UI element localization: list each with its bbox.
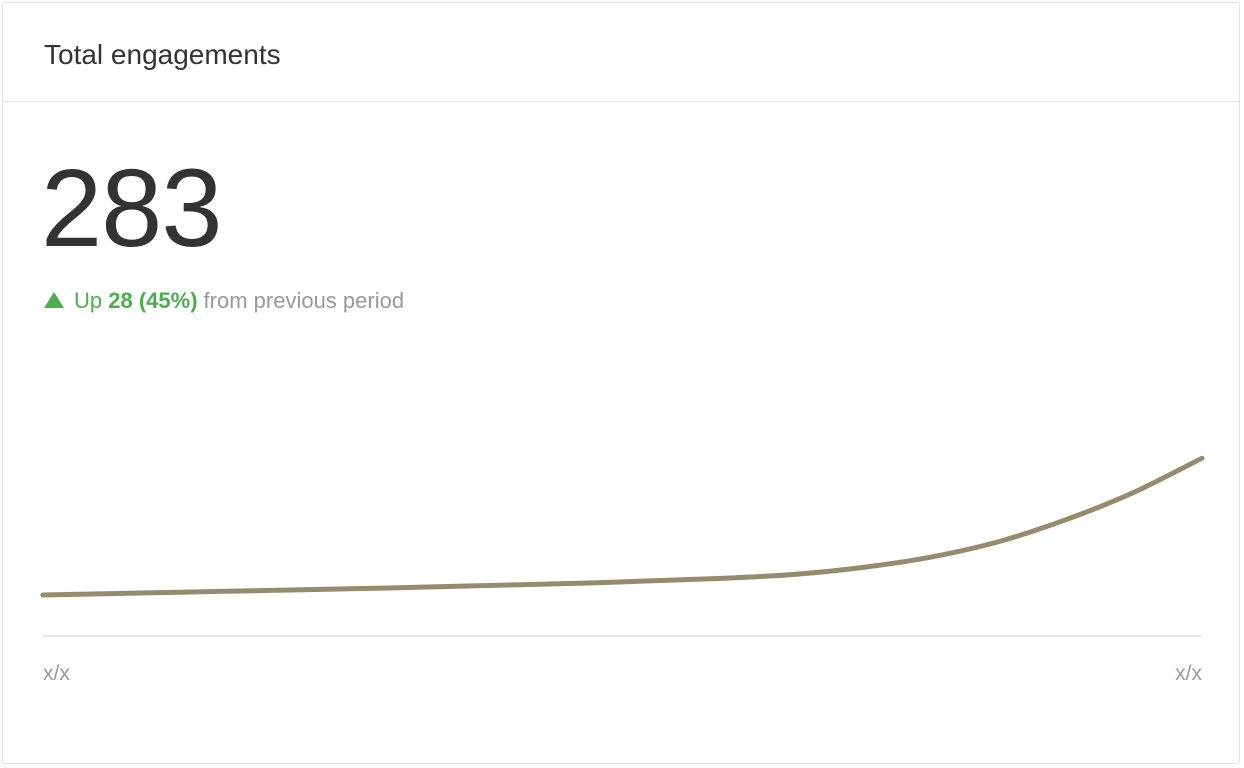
x-tick-label-start: x/x: [43, 662, 70, 685]
sparkline-chart: x/x x/x: [40, 455, 1205, 685]
series-line: [40, 455, 1205, 598]
x-tick-label-end: x/x: [1175, 662, 1202, 685]
engagements-card: Total engagements 283 Up 28 (45%) from p…: [2, 2, 1240, 764]
